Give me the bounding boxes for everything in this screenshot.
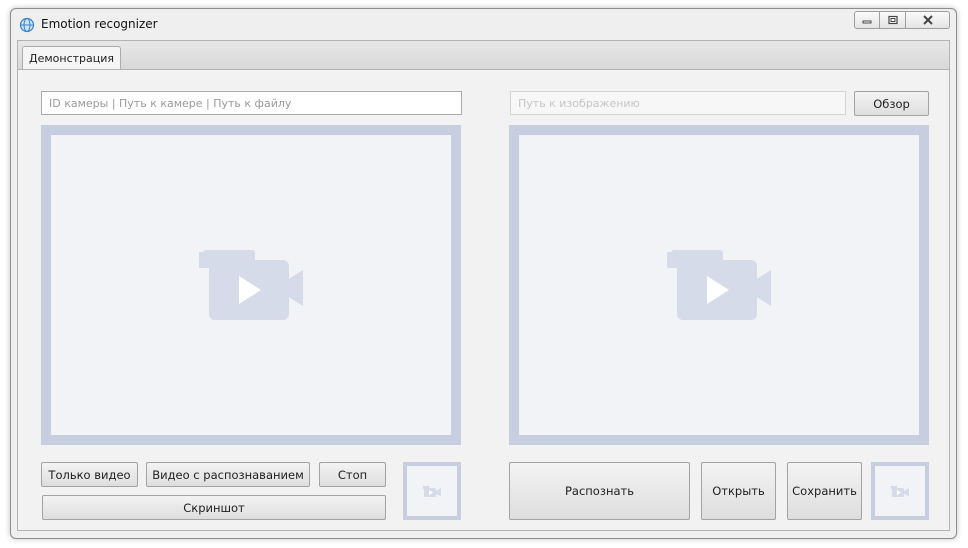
screenshot-button[interactable]: Скриншот: [42, 495, 386, 520]
title-bar: Emotion recognizer: [11, 9, 956, 41]
tab-demonstration[interactable]: Демонстрация: [22, 46, 122, 71]
app-window: Emotion recognizer Демонстрация ID камер…: [10, 8, 957, 539]
minimize-button[interactable]: [854, 11, 880, 29]
window-title: Emotion recognizer: [41, 17, 158, 31]
video-preview: [41, 125, 461, 445]
browse-button[interactable]: Обзор: [854, 91, 929, 116]
minimize-icon: [862, 20, 872, 24]
camera-source-input[interactable]: [41, 91, 462, 115]
video-camera-icon: [423, 486, 441, 497]
maximize-icon: [887, 15, 898, 25]
video-with-recognition-button[interactable]: Видео с распознаванием: [146, 462, 310, 487]
video-thumbnail: [403, 462, 461, 520]
window-controls: [854, 11, 950, 31]
image-path-input[interactable]: [510, 91, 846, 115]
video-camera-play-icon: [199, 250, 303, 320]
video-only-button[interactable]: Только видео: [41, 462, 138, 487]
tab-strip: Демонстрация: [17, 40, 950, 71]
close-icon: [922, 15, 933, 25]
video-camera-icon: [891, 486, 909, 497]
demonstration-panel: Только видео Видео с распознаванием Стоп…: [17, 69, 950, 531]
close-button[interactable]: [906, 11, 950, 29]
image-thumbnail: [871, 462, 929, 520]
app-globe-icon: [19, 17, 35, 33]
maximize-button[interactable]: [880, 11, 906, 29]
recognize-button[interactable]: Распознать: [509, 462, 690, 520]
image-preview: [509, 125, 929, 445]
save-button[interactable]: Сохранить: [787, 462, 862, 520]
stop-button[interactable]: Стоп: [319, 462, 386, 487]
video-camera-play-icon: [667, 250, 771, 320]
open-button[interactable]: Открыть: [701, 462, 776, 520]
